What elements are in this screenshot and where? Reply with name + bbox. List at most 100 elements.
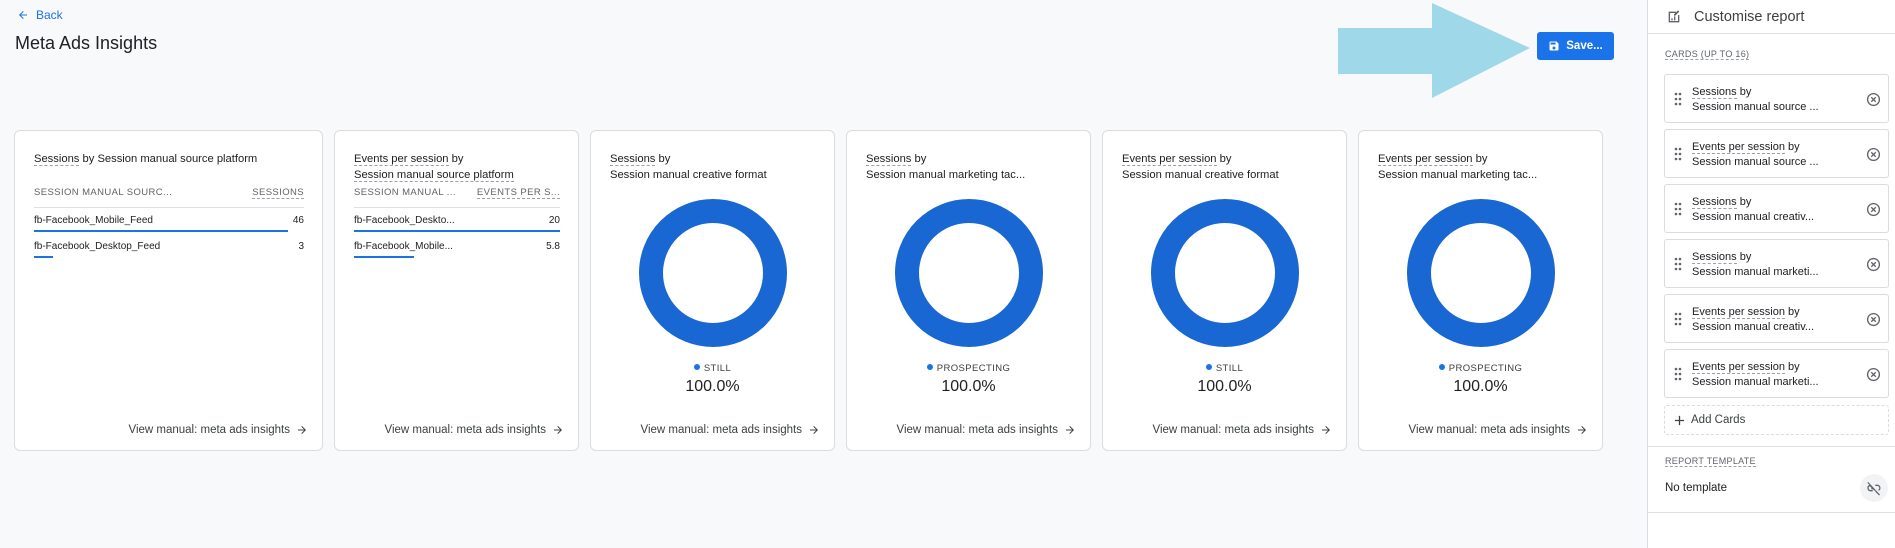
card-title-rest: by (655, 153, 671, 165)
remove-card-icon[interactable] (1866, 147, 1881, 162)
remove-card-icon[interactable] (1866, 257, 1881, 272)
card-title-rest: by (1472, 153, 1488, 165)
row-bar (34, 230, 288, 232)
cards-section-label: CARDS (UP TO 16) (1665, 49, 1750, 60)
panel-divider (1648, 446, 1895, 447)
card-title: Sessions by Session manual marketing tac.… (866, 151, 1025, 183)
drag-handle-icon[interactable] (1674, 147, 1682, 161)
view-report-label: View manual: meta ads insights (640, 424, 802, 436)
drag-handle-icon[interactable] (1674, 312, 1682, 326)
card-metric: Sessions (34, 153, 80, 166)
percent-value: 100.0% (1197, 378, 1252, 395)
edit-chart-icon (1668, 9, 1680, 22)
chart-legend: PROSPECTING (1359, 363, 1602, 374)
panel-card-dimension: Session manual source ... (1692, 156, 1819, 168)
row-value: 5.8 (546, 241, 560, 252)
percent-value: 100.0% (685, 378, 740, 395)
remove-card-icon[interactable] (1866, 202, 1881, 217)
drag-handle-icon[interactable] (1674, 202, 1682, 216)
report-card[interactable]: Sessions by Session manual marketing tac.… (846, 130, 1091, 451)
report-card[interactable]: Sessions by Session manual source platfo… (14, 130, 323, 451)
drag-handle-icon[interactable] (1674, 257, 1682, 271)
panel-card-metric: Sessions (1692, 196, 1737, 209)
card-title-rest: by (448, 153, 464, 165)
panel-card-item[interactable]: Events per session by Session manual sou… (1664, 129, 1889, 178)
panel-title: Customise report (1694, 8, 1805, 25)
donut-chart (895, 199, 1043, 347)
table-divider (354, 207, 560, 208)
view-report-link[interactable]: View manual: meta ads insights (1152, 424, 1332, 436)
donut-chart (1151, 199, 1299, 347)
card-metric: Events per session (1122, 153, 1217, 166)
donut-slice (639, 199, 787, 347)
panel-card-dimension: Session manual creativ... (1692, 211, 1815, 223)
report-card[interactable]: Events per session by Session manual mark… (1358, 130, 1603, 451)
panel-card-metric: Events per session (1692, 361, 1785, 374)
row-value: 20 (548, 215, 560, 226)
view-report-link[interactable]: View manual: meta ads insights (640, 424, 820, 436)
card-metric: Sessions (610, 153, 656, 166)
card-dimension: Session manual source platform (354, 169, 514, 182)
card-dimension: Session manual creative format (1122, 169, 1279, 181)
save-icon (1549, 41, 1559, 51)
table-row: fb-Facebook_Mobile... 5.8 (354, 241, 560, 252)
panel-card-line1: Sessions by (1692, 251, 1752, 264)
panel-card-item[interactable]: Events per session by Session manual mar… (1664, 349, 1889, 398)
row-label: fb-Facebook_Mobile_Feed (34, 215, 153, 226)
legend-label: PROSPECTING (936, 363, 1011, 374)
panel-card-dimension: Session manual marketi... (1692, 376, 1819, 388)
table-row: fb-Facebook_Deskto... 20 (354, 215, 560, 226)
report-card[interactable]: Events per session by Session manual sour… (334, 130, 579, 451)
panel-card-dimension: Session manual marketi... (1692, 266, 1819, 278)
legend-dot (1438, 364, 1445, 370)
drag-handle-icon[interactable] (1674, 367, 1682, 381)
card-title: Events per session by Session manual crea… (1122, 151, 1279, 183)
panel-card-rest: by (1736, 86, 1752, 98)
panel-card-item[interactable]: Events per session by Session manual cre… (1664, 294, 1889, 343)
donut-slice (1151, 199, 1299, 347)
table-row: fb-Facebook_Desktop_Feed 3 (34, 241, 304, 252)
row-label: fb-Facebook_Desktop_Feed (34, 241, 161, 252)
template-section-label: REPORT TEMPLATE (1665, 456, 1756, 467)
save-button[interactable]: Save... (1537, 32, 1614, 60)
arrow-right-icon (1322, 426, 1330, 434)
panel-card-rest: by (1736, 251, 1752, 263)
panel-card-item[interactable]: Sessions by Session manual marketi... (1664, 239, 1889, 288)
remove-card-icon[interactable] (1866, 312, 1881, 327)
report-card[interactable]: Sessions by Session manual creative forma… (590, 130, 835, 451)
view-report-link[interactable]: View manual: meta ads insights (384, 424, 564, 436)
report-main-area: Back Meta Ads Insights Save... Sessions … (0, 0, 1647, 548)
panel-card-rest: by (1784, 306, 1800, 318)
arrow-right-icon (1578, 426, 1586, 434)
card-title-rest: by (911, 153, 927, 165)
card-title-rest: by (1216, 153, 1232, 165)
view-report-link[interactable]: View manual: meta ads insights (896, 424, 1076, 436)
remove-card-icon[interactable] (1866, 92, 1881, 107)
back-label: Back (36, 8, 63, 22)
report-card[interactable]: Events per session by Session manual crea… (1102, 130, 1347, 451)
row-bar (354, 230, 560, 232)
back-link[interactable]: Back (17, 8, 63, 22)
add-cards-button[interactable]: Add Cards (1664, 405, 1889, 435)
drag-handle-icon[interactable] (1674, 92, 1682, 106)
panel-card-item[interactable]: Sessions by Session manual creativ... (1664, 184, 1889, 233)
unlink-template-button[interactable] (1860, 474, 1888, 502)
panel-card-item[interactable]: Sessions by Session manual source ... (1664, 74, 1889, 123)
view-report-link[interactable]: View manual: meta ads insights (128, 424, 308, 436)
card-title: Sessions by Session manual source platfo… (34, 151, 257, 167)
view-report-link[interactable]: View manual: meta ads insights (1408, 424, 1588, 436)
percent-value: 100.0% (941, 378, 996, 395)
row-label: fb-Facebook_Deskto... (354, 215, 455, 226)
save-label: Save... (1566, 40, 1603, 52)
donut-chart (1407, 199, 1555, 347)
table-col-dimension: SESSION MANUAL SOURC... (34, 187, 173, 198)
legend-dot (693, 364, 700, 370)
card-title-rest: by Session manual source platform (79, 153, 258, 165)
legend-label: STILL (1215, 363, 1244, 374)
customise-report-panel: Customise report CARDS (UP TO 16) Sessio… (1647, 0, 1895, 548)
remove-card-icon[interactable] (1866, 367, 1881, 382)
panel-card-rest: by (1784, 141, 1800, 153)
row-label: fb-Facebook_Mobile... (354, 241, 453, 252)
panel-card-rest: by (1736, 196, 1752, 208)
card-title: Events per session by Session manual sour… (354, 151, 514, 183)
